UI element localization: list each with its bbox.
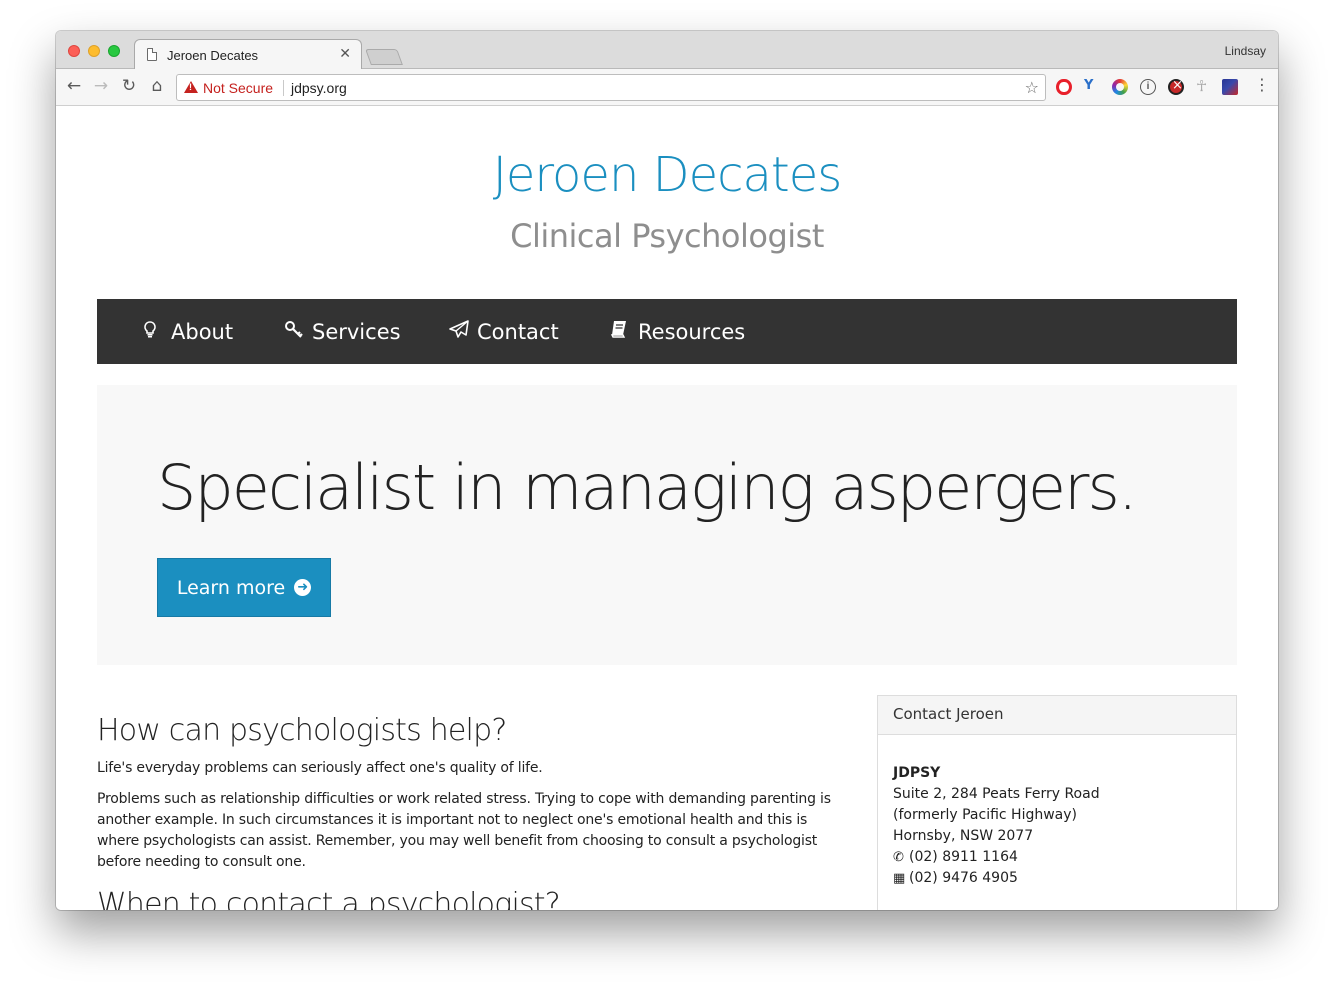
home-icon[interactable]: ⌂	[147, 76, 167, 96]
phone-row: ✆ (02) 8911 1164	[893, 847, 1221, 868]
title-bar: Jeroen Decates ✕ Lindsay	[56, 31, 1278, 70]
nav-item-services[interactable]: Services	[284, 299, 401, 364]
forward-icon[interactable]: →	[91, 76, 111, 96]
contact-card-body: JDPSY Suite 2, 284 Peats Ferry Road (for…	[878, 735, 1236, 889]
y-extension-icon[interactable]: Y	[1084, 78, 1100, 94]
warning-icon	[184, 81, 198, 93]
nav-label-about: About	[171, 319, 234, 344]
bookmark-star-icon[interactable]: ☆	[1025, 78, 1039, 97]
book-icon	[610, 320, 638, 343]
close-tab-icon[interactable]: ✕	[339, 46, 351, 62]
fax-icon: ▦	[893, 871, 906, 886]
contact-card: Contact Jeroen JDPSY Suite 2, 284 Peats …	[877, 695, 1237, 910]
fax-row: ▦ (02) 9476 4905	[893, 868, 1221, 889]
contact-card-header: Contact Jeroen	[878, 696, 1236, 735]
color-picker-extension-icon[interactable]	[1112, 79, 1128, 95]
learn-more-label: Learn more	[176, 576, 286, 599]
browser-menu-icon[interactable]: ⋮	[1254, 77, 1270, 93]
close-window-button[interactable]	[68, 45, 80, 57]
browser-toolbar: ← → ↻ ⌂ Not Secure jdpsy.org ☆ Y i ☥ ⋮	[56, 69, 1278, 106]
address-line-2: (formerly Pacific Highway)	[893, 807, 1077, 823]
tab-title: Jeroen Decates	[167, 48, 259, 63]
next-section-heading: When to contact a psychologist?	[97, 887, 561, 910]
nav-item-resources[interactable]: Resources	[610, 299, 745, 364]
info-extension-icon[interactable]: i	[1140, 79, 1156, 95]
browser-window: Jeroen Decates ✕ Lindsay ← → ↻ ⌂ Not Sec…	[56, 31, 1278, 910]
nav-label-services: Services	[312, 319, 401, 344]
ankh-extension-icon[interactable]: ☥	[1196, 77, 1212, 95]
paper-plane-icon	[449, 320, 477, 343]
blocker-extension-icon[interactable]	[1168, 78, 1184, 95]
main-content: How can psychologists help? Life's every…	[97, 713, 842, 910]
reload-icon[interactable]: ↻	[119, 76, 139, 96]
phone-icon: ✆	[893, 850, 904, 865]
profile-name[interactable]: Lindsay	[1225, 44, 1266, 58]
page-viewport: Jeroen Decates Clinical Psychologist Abo…	[56, 107, 1278, 910]
lightbulb-icon	[143, 320, 171, 343]
back-icon[interactable]: ←	[64, 76, 84, 96]
document-icon	[147, 48, 157, 61]
org-name: JDPSY	[893, 765, 941, 781]
site-subtitle: Clinical Psychologist	[510, 217, 824, 255]
minimize-window-button[interactable]	[88, 45, 100, 57]
hero-banner: Specialist in managing aspergers. Learn …	[97, 385, 1237, 665]
address-bar[interactable]: Not Secure jdpsy.org ☆	[176, 74, 1046, 101]
nav-label-resources: Resources	[638, 319, 746, 344]
nav-item-about[interactable]: About	[143, 299, 233, 364]
address-divider	[283, 80, 284, 96]
browser-tab[interactable]: Jeroen Decates ✕	[134, 39, 362, 70]
image-extension-icon[interactable]	[1222, 79, 1238, 95]
address-line-1: Suite 2, 284 Peats Ferry Road	[893, 786, 1100, 802]
main-navigation: About Services Contact Resources	[97, 299, 1237, 364]
key-icon	[284, 320, 312, 343]
new-tab-button[interactable]	[365, 49, 403, 65]
security-label[interactable]: Not Secure	[203, 80, 273, 96]
address-line-3: Hornsby, NSW 2077	[893, 828, 1034, 844]
phone-number[interactable]: (02) 8911 1164	[909, 849, 1018, 865]
hero-headline: Specialist in managing aspergers.	[157, 451, 1138, 524]
learn-more-button[interactable]: Learn more ➜	[157, 558, 331, 617]
paragraph-intro: Life's everyday problems can seriously a…	[97, 760, 543, 776]
url-text[interactable]: jdpsy.org	[291, 80, 347, 96]
paragraph-detail: Problems such as relationship difficulti…	[97, 791, 831, 870]
opera-extension-icon[interactable]	[1056, 79, 1072, 95]
maximize-window-button[interactable]	[108, 45, 120, 57]
site-title[interactable]: Jeroen Decates	[56, 147, 1278, 203]
arrow-circle-right-icon: ➜	[294, 579, 312, 596]
nav-item-contact[interactable]: Contact	[449, 299, 559, 364]
section-heading: How can psychologists help?	[97, 713, 507, 748]
nav-label-contact: Contact	[477, 319, 559, 344]
fax-number: (02) 9476 4905	[909, 870, 1018, 886]
